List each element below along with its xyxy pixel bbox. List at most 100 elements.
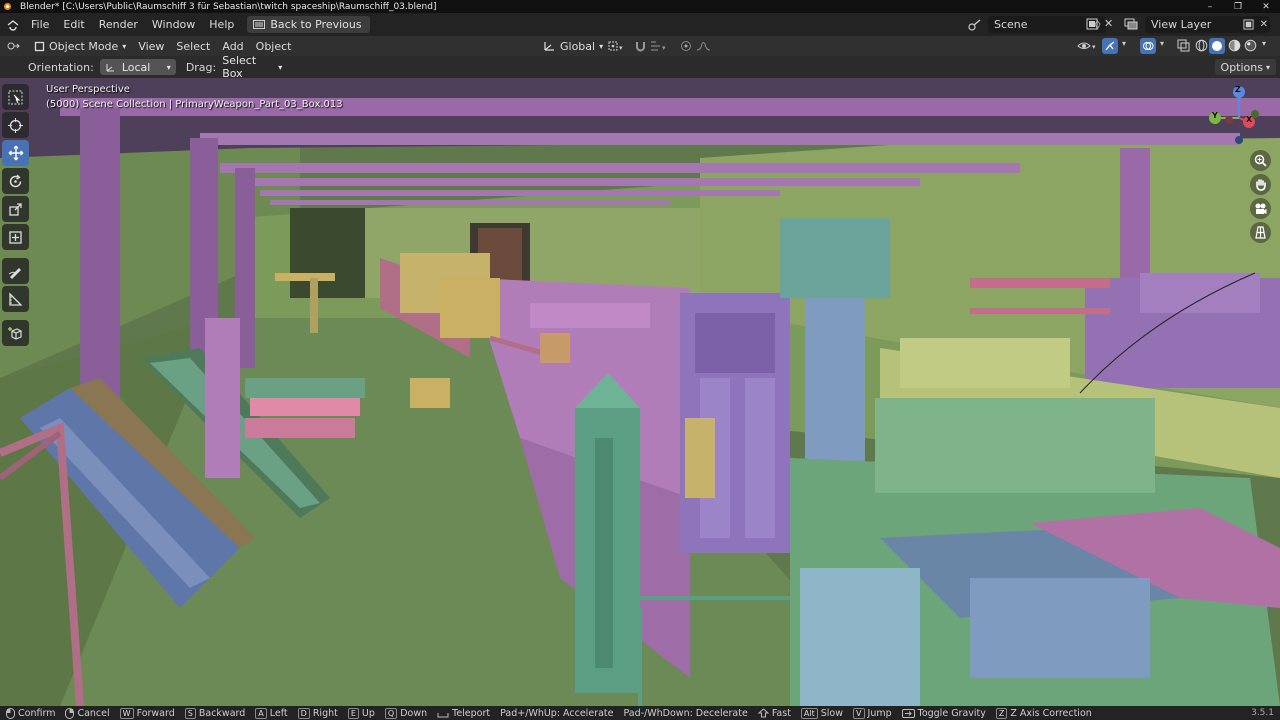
- pan-button[interactable]: [1250, 174, 1271, 195]
- transform-orientation-selector[interactable]: Global ▾: [537, 36, 609, 56]
- drag-dropdown[interactable]: Select Box ▾: [222, 54, 282, 80]
- tool-select-box[interactable]: [2, 84, 29, 110]
- status-hint-label: Teleport: [452, 707, 491, 719]
- tool-measure[interactable]: [2, 286, 29, 312]
- status-key: V: [853, 707, 865, 719]
- status-hint-label: Pad-/WhDown: Decelerate: [623, 707, 748, 719]
- tab-key-icon: [901, 708, 915, 718]
- svg-text:▾: ▾: [619, 44, 623, 52]
- header-menu-view[interactable]: View: [132, 36, 170, 56]
- status-hint-right: D Right: [297, 707, 338, 719]
- view-layer-icon: [1124, 18, 1138, 30]
- screen-back-icon: [253, 20, 266, 29]
- close-button[interactable]: ✕: [1252, 2, 1280, 12]
- svg-text:▾: ▾: [1092, 43, 1096, 51]
- tool-rotate[interactable]: [2, 168, 29, 194]
- status-key: Alt: [800, 707, 818, 719]
- status-hint-label: Z Axis Correction: [1010, 707, 1092, 719]
- mouse-right-icon: [65, 707, 75, 719]
- header-menu-object[interactable]: Object: [250, 36, 298, 56]
- remove-scene-icon[interactable]: ✕: [1104, 17, 1113, 30]
- orientation-label: Orientation:: [28, 60, 94, 74]
- blender-menu-icon[interactable]: [2, 19, 24, 31]
- add-cube-icon: [8, 326, 23, 341]
- zoom-button[interactable]: [1250, 150, 1271, 171]
- menu-file[interactable]: File: [24, 13, 56, 36]
- pivot-point-icon[interactable]: ▾: [608, 40, 624, 52]
- shading-wireframe-icon[interactable]: [1195, 39, 1208, 52]
- chevron-down-icon: ▾: [122, 41, 127, 51]
- new-view-layer-icon[interactable]: [1243, 19, 1254, 30]
- menu-window[interactable]: Window: [145, 13, 202, 36]
- tool-annotate[interactable]: [2, 258, 29, 284]
- options-button[interactable]: Options ▾: [1214, 59, 1276, 75]
- status-hint-down: Q Down: [384, 707, 427, 719]
- object-visibility-icon[interactable]: ▾: [1076, 39, 1098, 52]
- gizmo-z-label: Z: [1235, 85, 1241, 94]
- minimize-button[interactable]: –: [1196, 2, 1224, 12]
- chevron-down-icon[interactable]: ▾: [1262, 39, 1266, 48]
- perspective-toggle-button[interactable]: [1250, 222, 1271, 243]
- window-title: Blender* [C:\Users\Public\Raumschiff 3 f…: [20, 1, 437, 12]
- 3d-viewport[interactable]: User Perspective (5000) Scene Collection…: [0, 78, 1280, 706]
- shading-rendered-icon[interactable]: [1244, 39, 1257, 52]
- transform-icon: [8, 230, 23, 245]
- tool-move[interactable]: [2, 140, 29, 166]
- drag-label: Drag:: [185, 60, 217, 74]
- camera-view-button[interactable]: [1250, 198, 1271, 219]
- chevron-down-icon: ▾: [166, 62, 171, 72]
- move-icon: [8, 145, 24, 161]
- new-scene-icon[interactable]: [1086, 18, 1098, 30]
- header-menu-add[interactable]: Add: [216, 36, 249, 56]
- editor-type-icon[interactable]: [0, 40, 28, 52]
- status-key: Q: [384, 707, 398, 719]
- snap-target-icon[interactable]: ▾: [650, 40, 668, 52]
- show-overlays-icon[interactable]: [1140, 38, 1156, 54]
- status-hint-gravity: Toggle Gravity: [901, 708, 986, 719]
- scale-icon: [8, 202, 23, 217]
- status-key: Z: [995, 707, 1008, 719]
- version-label: 3.5.1: [1251, 708, 1274, 718]
- status-hint-jump: V Jump: [853, 707, 892, 719]
- falloff-icon[interactable]: [696, 40, 712, 52]
- mode-selector[interactable]: Object Mode ▾: [28, 36, 132, 56]
- gizmo-y-label: Y: [1212, 111, 1218, 120]
- menu-render[interactable]: Render: [92, 13, 145, 36]
- camera-icon: [1254, 202, 1267, 215]
- shading-solid-icon[interactable]: [1209, 38, 1225, 54]
- orientation-dropdown[interactable]: Local ▾: [99, 59, 176, 75]
- shading-material-icon[interactable]: [1228, 39, 1241, 52]
- chevron-down-icon[interactable]: ▾: [1160, 39, 1164, 48]
- back-to-previous-label: Back to Previous: [270, 18, 362, 31]
- tool-add-cube[interactable]: [2, 320, 29, 346]
- status-hint-label: Forward: [136, 707, 175, 719]
- status-key: A: [255, 707, 267, 719]
- navigation-gizmo[interactable]: Z Y X: [1205, 82, 1265, 146]
- header-menu-select[interactable]: Select: [170, 36, 216, 56]
- shift-key-icon: [757, 708, 769, 718]
- scene-render: [0, 78, 1280, 706]
- mouse-left-icon: [6, 707, 15, 719]
- maximize-button[interactable]: ❐: [1224, 2, 1252, 12]
- menu-help[interactable]: Help: [202, 13, 241, 36]
- view-layer-name: View Layer: [1151, 18, 1212, 31]
- left-toolbar: [2, 84, 29, 346]
- chevron-down-icon[interactable]: ▾: [1122, 39, 1126, 48]
- proportional-editing-icon[interactable]: [680, 40, 692, 52]
- tool-cursor[interactable]: [2, 112, 29, 138]
- show-gizmo-icon[interactable]: [1102, 38, 1118, 54]
- back-to-previous-button[interactable]: Back to Previous: [247, 16, 370, 33]
- tool-scale[interactable]: [2, 196, 29, 222]
- status-hint-label: Jump: [867, 707, 892, 719]
- status-hint-up: E Up: [347, 707, 375, 719]
- status-hint-left: A Left: [255, 707, 288, 719]
- remove-view-layer-icon[interactable]: ✕: [1260, 19, 1268, 30]
- menu-edit[interactable]: Edit: [56, 13, 91, 36]
- snap-icon[interactable]: [634, 40, 647, 52]
- status-hint-label: Up: [361, 707, 375, 719]
- select-box-icon: [8, 90, 23, 105]
- tool-transform[interactable]: [2, 224, 29, 250]
- cursor-icon: [8, 117, 23, 133]
- xray-icon[interactable]: [1177, 39, 1190, 52]
- view-layer-selector[interactable]: View Layer ✕: [1145, 16, 1270, 33]
